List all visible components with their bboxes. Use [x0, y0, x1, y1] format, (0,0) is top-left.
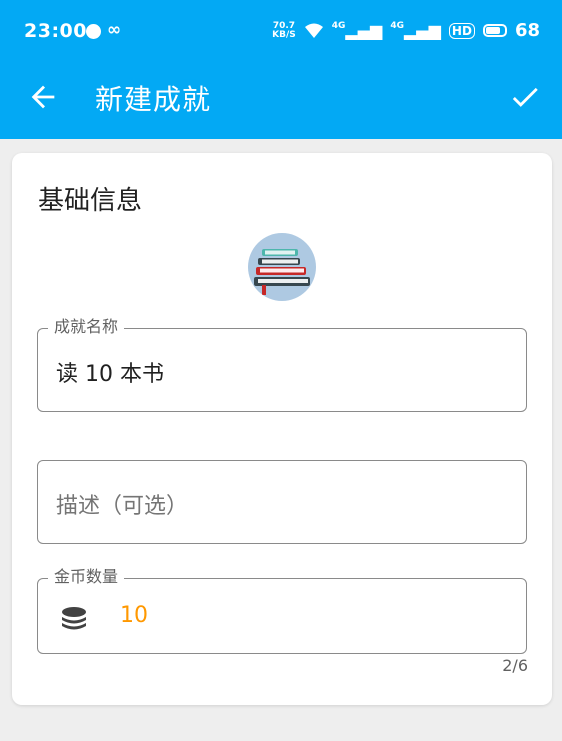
- coins-label: 金币数量: [48, 567, 125, 587]
- check-icon[interactable]: [508, 80, 542, 114]
- achievement-name-field[interactable]: 成就名称 读 10 本书: [37, 317, 527, 412]
- signal-2-label: 4G: [390, 21, 404, 31]
- coins-field[interactable]: 金币数量 10: [37, 567, 527, 654]
- coins-value: 10: [120, 603, 148, 628]
- section-title: 基础信息: [38, 186, 143, 216]
- achievement-icon-picker[interactable]: [248, 233, 316, 301]
- net-speed: 70.7 KB/S: [272, 21, 296, 40]
- coins-icon: [62, 607, 86, 630]
- battery-icon: [482, 24, 507, 37]
- page-title: 新建成就: [95, 83, 212, 116]
- app-bar: 23:00 ∞ 70.7 KB/S 4G▂▄▆ 4G▂▄▆ HD 68 新建成就: [0, 0, 562, 139]
- description-field[interactable]: 描述（可选）: [37, 460, 527, 544]
- wifi-icon: [304, 23, 323, 38]
- notification-dot-icon: [86, 24, 101, 39]
- status-icons: 70.7 KB/S 4G▂▄▆ 4G▂▄▆ HD 68: [272, 20, 540, 41]
- coins-char-counter: 2/6: [502, 656, 528, 675]
- status-time: 23:00: [24, 20, 87, 42]
- books-icon: [254, 249, 310, 295]
- link-icon: ∞: [107, 20, 122, 40]
- signal-icon: 4G▂▄▆: [331, 21, 383, 40]
- battery-level: 68: [514, 20, 540, 41]
- basic-info-card: 基础信息 成就名称 读 10 本书 描述（可选） 金币数量 10 2/6: [12, 153, 552, 705]
- achievement-name-value: 读 10 本书: [56, 362, 164, 387]
- description-placeholder: 描述（可选）: [56, 494, 189, 519]
- net-speed-unit: KB/S: [272, 29, 296, 40]
- signal-icon-2: 4G▂▄▆: [390, 21, 441, 40]
- back-arrow-icon[interactable]: [26, 80, 60, 114]
- signal-1-label: 4G: [331, 21, 346, 31]
- status-bar: 23:00 ∞ 70.7 KB/S 4G▂▄▆ 4G▂▄▆ HD 68: [0, 0, 562, 64]
- hd-icon: HD: [448, 22, 475, 39]
- achievement-name-label: 成就名称: [48, 317, 125, 337]
